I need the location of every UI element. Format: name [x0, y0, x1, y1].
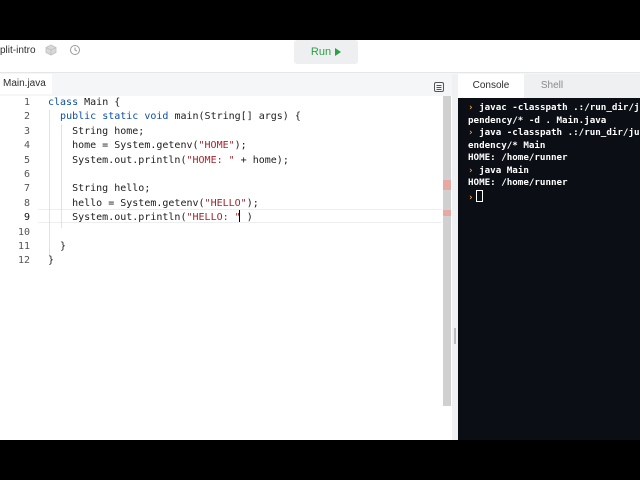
- console-input-line[interactable]: ›: [468, 189, 483, 205]
- splitter-grip[interactable]: [454, 328, 456, 344]
- code-text: hello = System.getenv(: [48, 197, 205, 209]
- code-line: hello = System.getenv("HELLO");: [48, 197, 259, 211]
- code-text: main(String[] args) {: [168, 111, 301, 123]
- top-bar: plit-intro Run: [0, 40, 640, 73]
- history-icon[interactable]: [68, 43, 82, 57]
- code-text: home = System.getenv(: [48, 140, 199, 152]
- line-number: 6: [23, 169, 30, 180]
- line-number: 12: [17, 255, 30, 267]
- line-number: 10: [17, 226, 30, 238]
- line-number: 5: [23, 154, 30, 166]
- console-line: HOME: /home/runner: [468, 177, 568, 190]
- line-number: 8: [23, 197, 30, 209]
- play-icon: [335, 48, 342, 56]
- code-text: System.out.println(: [48, 212, 187, 224]
- project-name[interactable]: plit-intro: [0, 44, 36, 58]
- string-literal: "HOME: ": [186, 154, 235, 166]
- code-text: ): [240, 212, 253, 224]
- console-text: HOME: /home/runner: [468, 177, 568, 188]
- prompt-icon: ›: [468, 164, 474, 176]
- line-number: 2: [23, 111, 30, 123]
- console-line: HOME: /home/runner: [468, 152, 568, 165]
- code-line: System.out.println("HOME: " + home);: [48, 154, 289, 168]
- scrollbar-thumb[interactable]: [443, 96, 451, 406]
- text-cursor: [239, 210, 240, 222]
- editor-menu-icon[interactable]: [434, 79, 444, 92]
- keyword: public static void: [60, 111, 169, 123]
- code-line-active: System.out.println("HELLO: " ): [48, 211, 253, 225]
- run-button-label: Run: [310, 46, 332, 58]
- console-text: java -classpath .:/run_dir/ju: [479, 127, 640, 138]
- scrollbar-error-marker: [443, 210, 451, 216]
- code-text: String hello;: [48, 183, 151, 195]
- console-text: HOME: /home/runner: [468, 152, 568, 163]
- line-number: 7: [23, 183, 30, 195]
- prompt-icon: ›: [468, 127, 474, 138]
- code-text: Main {: [78, 97, 121, 108]
- editor-tab-bar: Main.java: [0, 74, 454, 94]
- console-text: endency/* Main: [468, 139, 546, 151]
- line-number-active: 9: [23, 212, 30, 224]
- console-line: › java -classpath .:/run_dir/ju: [468, 127, 640, 140]
- console-line: endency/* Main: [468, 140, 545, 153]
- code-text: }: [48, 255, 55, 267]
- code-line: }: [48, 254, 54, 268]
- console-line: pendency/* -d . Main.java: [468, 115, 606, 128]
- console-line: › javac -classpath .:/run_dir/ju: [468, 102, 640, 115]
- keyword: class: [48, 97, 79, 108]
- code-text: String home;: [48, 125, 145, 137]
- tab-shell[interactable]: Shell: [524, 74, 580, 98]
- console-tab-bar: Console Shell: [458, 74, 640, 98]
- code-line: String hello;: [48, 182, 150, 196]
- code-text: System.out.println(: [48, 154, 187, 166]
- code-line: home = System.getenv("HOME");: [48, 139, 247, 153]
- code-text: );: [246, 197, 259, 209]
- console-text: java Main: [479, 164, 529, 176]
- console-line: › java Main: [468, 165, 529, 178]
- package-icon[interactable]: [44, 43, 58, 57]
- file-tab-main-java[interactable]: Main.java: [0, 74, 52, 94]
- line-number: 3: [23, 125, 30, 137]
- code-line: public static void main(String[] args) {: [48, 110, 301, 124]
- string-literal: "HOME": [198, 140, 235, 152]
- string-literal: "HELLO": [204, 197, 247, 209]
- line-number: 4: [23, 140, 30, 152]
- console-text: javac -classpath .:/run_dir/ju: [479, 102, 640, 113]
- prompt-icon: ›: [468, 191, 474, 203]
- line-number-gutter: 1 2 3 4 5 6 7 8 9 10 11 12: [0, 96, 38, 440]
- console-text: pendency/* -d . Main.java: [468, 114, 607, 126]
- editor-scrollbar[interactable]: [443, 96, 451, 406]
- prompt-icon: ›: [468, 102, 474, 113]
- code-editor[interactable]: 1 2 3 4 5 6 7 8 9 10 11 12 class Main { …: [0, 96, 454, 440]
- code-text: + home);: [234, 154, 289, 166]
- scrollbar-error-marker: [443, 180, 451, 190]
- run-button[interactable]: Run: [294, 40, 358, 64]
- terminal-cursor: [475, 189, 483, 202]
- code-text: );: [234, 140, 247, 152]
- tab-console[interactable]: Console: [458, 74, 524, 98]
- code-line: class Main {: [48, 96, 120, 110]
- code-text: }: [48, 241, 67, 252]
- string-literal: "HELLO: ": [186, 212, 241, 224]
- code-line: String home;: [48, 125, 144, 139]
- line-number: 1: [23, 97, 30, 108]
- app-frame: plit-intro Run Main.java 1 2 3 4 5 6 7 8…: [0, 40, 640, 440]
- line-number: 11: [17, 241, 30, 252]
- console-output[interactable]: › javac -classpath .:/run_dir/ju pendenc…: [458, 98, 640, 440]
- code-line: }: [48, 240, 66, 254]
